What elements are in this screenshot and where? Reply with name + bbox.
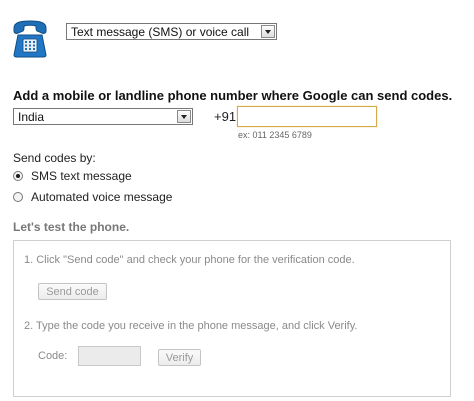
delivery-method-value: Text message (SMS) or voice call [71, 24, 250, 39]
sms-option[interactable]: SMS text message [13, 169, 132, 183]
chevron-down-icon[interactable] [177, 110, 191, 123]
test-phone-title: Let's test the phone. [13, 220, 130, 234]
step-2-text: 2. Type the code you receive in the phon… [24, 320, 358, 332]
voice-radio[interactable] [13, 192, 23, 202]
step-1-text: 1. Click "Send code" and check your phon… [24, 254, 355, 266]
voice-option-label: Automated voice message [31, 190, 173, 204]
country-value: India [18, 109, 45, 124]
send-code-button[interactable]: Send code [38, 283, 107, 300]
delivery-method-select[interactable]: Text message (SMS) or voice call [66, 23, 277, 40]
send-codes-label: Send codes by: [13, 151, 96, 165]
phone-icon [11, 18, 49, 58]
country-select[interactable]: India [13, 108, 193, 125]
phone-setup-heading: Add a mobile or landline phone number wh… [13, 88, 453, 103]
sms-option-label: SMS text message [31, 169, 132, 183]
voice-option[interactable]: Automated voice message [13, 190, 172, 204]
phone-number-input[interactable] [237, 106, 377, 127]
sms-radio[interactable] [13, 171, 23, 181]
verify-button[interactable]: Verify [158, 349, 201, 366]
country-code: +91 [214, 109, 237, 124]
code-input[interactable] [78, 346, 141, 366]
code-label: Code: [38, 350, 68, 362]
phone-example-hint: ex: 011 2345 6789 [238, 130, 312, 140]
chevron-down-icon[interactable] [261, 25, 275, 38]
